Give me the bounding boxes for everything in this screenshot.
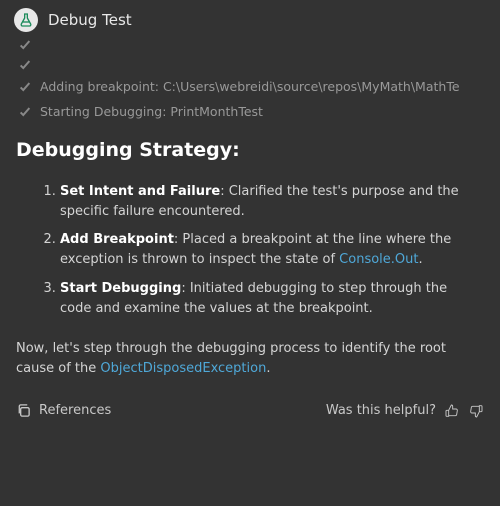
log-row: Starting Debugging: PrintMonthTest: [18, 103, 486, 122]
thumbs-down-button[interactable]: [468, 403, 484, 419]
header-title: Debug Test: [48, 9, 132, 32]
check-icon: [18, 105, 32, 119]
helpful-label: Was this helpful?: [326, 401, 436, 421]
strategy-item-title: Set Intent and Failure: [60, 184, 220, 199]
console-out-link[interactable]: Console.Out: [339, 252, 418, 267]
closing-text: Now, let's step through the debugging pr…: [16, 339, 482, 379]
strategy-item-title: Add Breakpoint: [60, 232, 174, 247]
header: Debug Test: [14, 8, 486, 32]
flask-icon: [14, 8, 38, 32]
copy-icon: [16, 403, 31, 418]
log-label: Adding breakpoint: C:\Users\webreidi\sou…: [40, 78, 460, 97]
check-icon: [18, 38, 32, 52]
log-row: [18, 58, 486, 72]
strategy-item: Add Breakpoint: Placed a breakpoint at t…: [60, 230, 482, 270]
strategy-item: Set Intent and Failure: Clarified the te…: [60, 182, 482, 222]
check-icon: [18, 58, 32, 72]
strategy-item: Start Debugging: Initiated debugging to …: [60, 279, 482, 319]
thumbs-up-button[interactable]: [444, 403, 460, 419]
strategy-list: Set Intent and Failure: Clarified the te…: [60, 182, 482, 319]
check-icon: [18, 80, 32, 94]
references-button[interactable]: References: [16, 401, 111, 421]
strategy-heading: Debugging Strategy:: [16, 136, 486, 165]
exception-link[interactable]: ObjectDisposedException: [100, 361, 266, 376]
log-row: Adding breakpoint: C:\Users\webreidi\sou…: [18, 78, 486, 97]
log-label: Starting Debugging: PrintMonthTest: [40, 103, 263, 122]
closing-post: .: [266, 361, 270, 376]
log-row: [18, 38, 486, 52]
strategy-item-title: Start Debugging: [60, 281, 181, 296]
strategy-item-body-post: .: [418, 252, 422, 267]
references-label: References: [39, 401, 111, 421]
progress-log: Adding breakpoint: C:\Users\webreidi\sou…: [18, 38, 486, 122]
